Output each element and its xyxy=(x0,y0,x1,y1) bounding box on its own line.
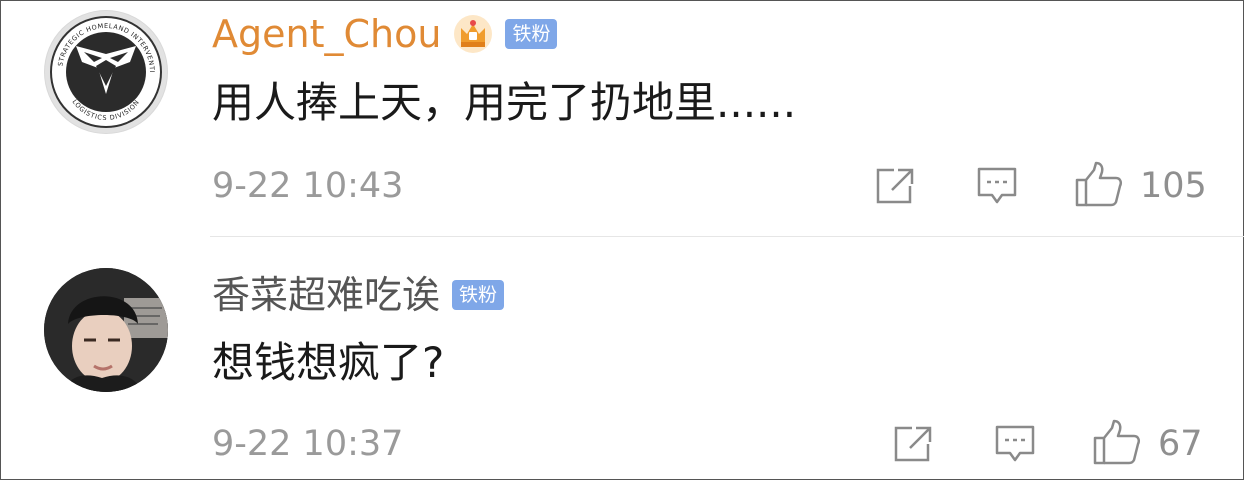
name-row: 香菜超难吃诶 铁粉 xyxy=(212,273,505,317)
fan-badge: 铁粉 xyxy=(452,280,505,310)
comment-item: 香菜超难吃诶 铁粉 想钱想疯了? 9-22 10:37 67 xyxy=(0,237,1244,480)
share-icon xyxy=(876,168,914,204)
comment-time: 9-22 10:37 xyxy=(212,424,404,464)
fan-badge: 铁粉 xyxy=(505,19,558,49)
comment-text: 用人捧上天，用完了扔地里...... xyxy=(212,78,797,127)
thumbs-up-icon xyxy=(1075,161,1123,207)
share-button[interactable] xyxy=(874,166,916,210)
comment-icon xyxy=(995,425,1035,462)
shield-emblem-icon: STRATEGIC HOMELAND INTERVENTION ENFORCEM… xyxy=(44,10,167,133)
comment-text: 想钱想疯了? xyxy=(212,338,445,387)
name-row: Agent_Chou 铁粉 xyxy=(212,12,558,56)
comment-icon xyxy=(977,167,1017,204)
crown-icon xyxy=(454,15,493,53)
person-photo-icon xyxy=(44,268,168,392)
share-button[interactable] xyxy=(892,424,934,468)
comment-item: STRATEGIC HOMELAND INTERVENTION ENFORCEM… xyxy=(0,0,1244,236)
reply-button[interactable] xyxy=(994,424,1036,468)
like-button[interactable] xyxy=(1092,418,1142,470)
avatar[interactable] xyxy=(44,268,168,392)
username[interactable]: 香菜超难吃诶 xyxy=(212,273,440,317)
like-count: 105 xyxy=(1140,166,1207,206)
share-icon xyxy=(894,426,932,462)
like-count: 67 xyxy=(1158,424,1203,464)
username[interactable]: Agent_Chou xyxy=(212,12,441,56)
avatar[interactable]: STRATEGIC HOMELAND INTERVENTION ENFORCEM… xyxy=(44,10,168,134)
comment-time: 9-22 10:43 xyxy=(212,166,404,206)
like-button[interactable] xyxy=(1074,160,1124,212)
reply-button[interactable] xyxy=(976,166,1018,210)
thumbs-up-icon xyxy=(1093,419,1141,465)
